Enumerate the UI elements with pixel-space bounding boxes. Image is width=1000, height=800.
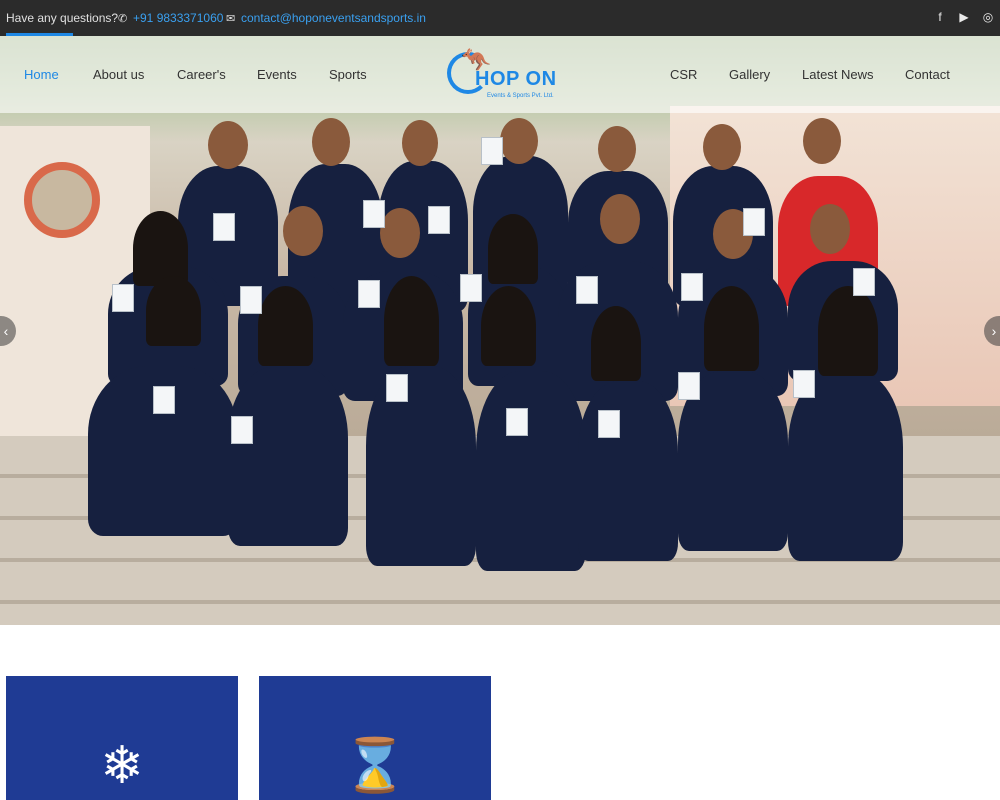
top-bar: Have any questions? ✆ +91 9833371060 ✉ con… [0,0,1000,36]
nav-latest-news[interactable]: Latest News [802,67,874,82]
mail-icon: ✉ [226,13,236,25]
hop-on-logo[interactable]: 🦘 HOP ON Events & Sports Pvt. Ltd. [447,48,557,104]
email-link[interactable]: ✉ contact@hoponeventsandsports.in [226,11,426,25]
main-navigation: Home About us Career's Events Sports 🦘 H… [0,36,1000,113]
group-photo [88,116,918,596]
instagram-icon[interactable]: ◎ [982,10,994,24]
social-links: f ▶ ◎ [934,10,994,24]
hero-slider: Home About us Career's Events Sports 🦘 H… [0,36,1000,625]
nav-contact[interactable]: Contact [905,67,950,82]
youtube-icon[interactable]: ▶ [958,10,970,24]
nav-gallery[interactable]: Gallery [729,67,770,82]
phone-icon: ✆ [118,13,128,25]
phone-number[interactable]: +91 9833371060 [133,11,223,25]
questions-text: Have any questions? [6,11,119,25]
phone-link[interactable]: ✆ +91 9833371060 [118,11,223,25]
logo-text: HOP ON [475,68,557,90]
facebook-icon[interactable]: f [934,10,946,24]
nav-sports[interactable]: Sports [329,67,367,82]
nav-about-us[interactable]: About us [93,67,144,82]
feature-box-2[interactable]: ⌛ [259,676,491,800]
snowflake-icon: ❄ [100,737,144,795]
hourglass-icon: ⌛ [342,737,408,795]
feature-box-1[interactable]: ❄ [6,676,238,800]
nav-csr[interactable]: CSR [670,67,697,82]
nav-careers[interactable]: Career's [177,67,226,82]
logo-tagline: Events & Sports Pvt. Ltd. [487,93,554,99]
email-address[interactable]: contact@hoponeventsandsports.in [241,11,426,25]
nav-home[interactable]: Home [24,67,59,82]
nav-events[interactable]: Events [257,67,297,82]
